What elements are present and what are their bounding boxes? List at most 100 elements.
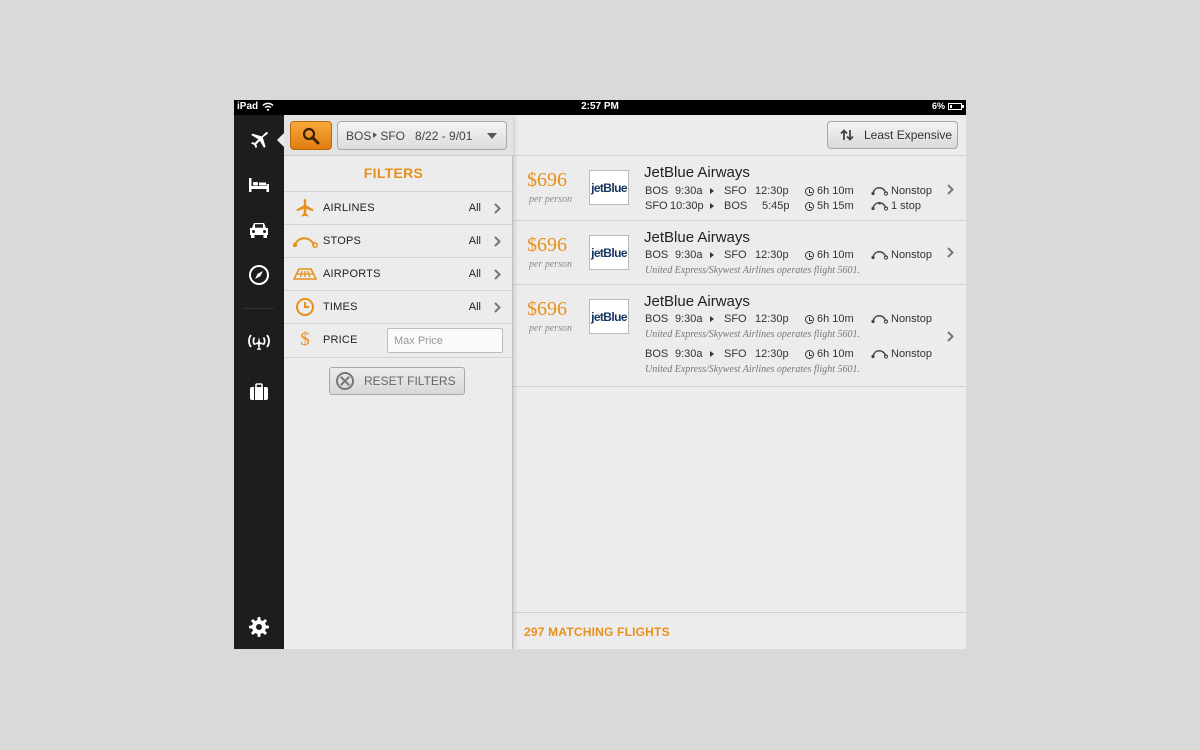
airline-name: JetBlue Airways xyxy=(644,293,750,310)
stops-arc-icon xyxy=(871,251,888,260)
search-bar: BOS SFO 8/22 - 9/01 xyxy=(284,115,513,156)
max-price-input[interactable] xyxy=(387,328,503,353)
leg-arrival: 12:30p xyxy=(755,348,789,360)
flight-row[interactable]: $696 per person jetBlue JetBlue Airways … xyxy=(513,156,966,221)
flight-row[interactable]: $696 per person jetBlue JetBlue Airways … xyxy=(513,221,966,285)
leg-arrival: 12:30p xyxy=(755,185,789,197)
results-footer: 297 MATCHING FLIGHTS xyxy=(513,612,966,649)
clock-icon xyxy=(292,296,318,318)
leg-stops: Nonstop xyxy=(891,185,932,197)
dollar-icon: $ xyxy=(300,329,310,350)
leg-origin: BOS xyxy=(645,348,669,360)
cars-nav-button[interactable] xyxy=(242,215,276,245)
search-button[interactable] xyxy=(290,121,332,150)
filter-value: All xyxy=(468,268,481,280)
rail-divider xyxy=(244,308,274,309)
chevron-right-icon xyxy=(494,302,501,313)
flight-row[interactable]: $696 per person jetBlue JetBlue Airways … xyxy=(513,285,966,387)
search-icon xyxy=(302,127,320,144)
leg-origin: BOS xyxy=(645,185,669,197)
leg-duration: 6h 10m xyxy=(817,313,854,325)
leg-duration: 6h 10m xyxy=(817,185,854,197)
chevron-right-icon xyxy=(494,203,501,214)
hotel-bed-icon xyxy=(249,178,269,192)
leg-origin: SFO xyxy=(645,200,668,212)
leg-destination: SFO xyxy=(724,348,747,360)
status-bar: iPad 2:57 PM 6% xyxy=(234,100,966,115)
results-panel: Least Expensive $696 per person jetBlue … xyxy=(513,115,966,649)
flight-price: $696 xyxy=(527,298,567,320)
duration-clock-icon xyxy=(805,350,814,359)
stops-arc-icon xyxy=(871,350,888,359)
active-indicator xyxy=(277,133,284,147)
per-person-label: per person xyxy=(529,259,573,270)
chevron-right-icon xyxy=(947,247,954,258)
route-origin: BOS xyxy=(346,128,372,143)
leg-destination: SFO xyxy=(724,249,747,261)
operated-by-note: United Express/Skywest Airlines operates… xyxy=(645,364,860,375)
filter-row-times[interactable]: TIMES All xyxy=(284,290,513,323)
filter-row-airports[interactable]: AIRPORTS All xyxy=(284,257,513,290)
duration-clock-icon xyxy=(805,315,814,324)
leg-destination: SFO xyxy=(724,313,747,325)
leg-destination: BOS xyxy=(724,200,748,212)
clock-time: 2:57 PM xyxy=(581,101,619,112)
trips-nav-button[interactable] xyxy=(242,377,276,407)
airline-name: JetBlue Airways xyxy=(644,164,750,181)
filter-value: All xyxy=(468,202,481,214)
leg-departure: 9:30a xyxy=(675,313,703,325)
filter-label: PRICE xyxy=(323,334,358,346)
filters-title: FILTERS xyxy=(363,165,424,181)
leg-origin: BOS xyxy=(645,313,669,325)
route-dates: 8/22 - 9/01 xyxy=(415,128,473,143)
duration-clock-icon xyxy=(805,187,814,196)
flight-price: $696 xyxy=(527,169,567,191)
filter-value: All xyxy=(468,301,481,313)
hotels-nav-button[interactable] xyxy=(242,170,276,200)
operated-by-note: United Express/Skywest Airlines operates… xyxy=(645,329,860,340)
matching-flights-count: 297 MATCHING FLIGHTS xyxy=(524,625,670,639)
duration-clock-icon xyxy=(805,202,814,211)
stops-arc-icon xyxy=(871,201,888,211)
duration-clock-icon xyxy=(805,251,814,260)
battery-icon xyxy=(948,102,964,110)
sort-label: Least Expensive xyxy=(864,128,953,142)
gear-icon xyxy=(249,617,269,637)
operated-by-note: United Express/Skywest Airlines operates… xyxy=(645,265,860,276)
settings-nav-button[interactable] xyxy=(242,612,276,642)
filter-label: TIMES xyxy=(323,301,358,313)
filter-row-stops[interactable]: STOPS All xyxy=(284,224,513,257)
sort-button[interactable]: Least Expensive xyxy=(827,121,958,149)
airport-tower-icon xyxy=(248,334,270,350)
filter-label: AIRLINES xyxy=(323,202,375,214)
leg-origin: BOS xyxy=(645,249,669,261)
explore-nav-button[interactable] xyxy=(242,260,276,290)
filter-label: AIRPORTS xyxy=(323,268,381,280)
sort-arrows-icon xyxy=(840,129,854,141)
leg-destination: SFO xyxy=(724,185,747,197)
route-destination: SFO xyxy=(380,128,406,143)
route-arrow-icon xyxy=(710,203,714,209)
airline-name: JetBlue Airways xyxy=(644,229,750,246)
leg-arrival: 12:30p xyxy=(755,249,789,261)
leg-stops: 1 stop xyxy=(891,200,921,212)
reset-filters-label: RESET FILTERS xyxy=(364,374,456,388)
route-arrow-icon xyxy=(710,188,714,194)
stops-arc-icon xyxy=(292,230,318,252)
flights-nav-button[interactable] xyxy=(242,126,276,156)
route-arrow-icon xyxy=(710,252,714,258)
per-person-label: per person xyxy=(529,194,573,205)
route-select[interactable]: BOS SFO 8/22 - 9/01 xyxy=(337,121,507,150)
leg-stops: Nonstop xyxy=(891,348,932,360)
leg-departure: 10:30p xyxy=(670,200,704,212)
chevron-right-icon xyxy=(947,184,954,195)
reset-filters-button[interactable]: RESET FILTERS xyxy=(329,367,465,395)
chevron-right-icon xyxy=(947,331,954,342)
filter-row-airlines[interactable]: AIRLINES All xyxy=(284,191,513,224)
flight-price: $696 xyxy=(527,234,567,256)
chevron-down-icon xyxy=(487,133,497,139)
flight-status-nav-button[interactable] xyxy=(242,327,276,357)
route-arrow-icon xyxy=(710,316,714,322)
stops-arc-icon xyxy=(871,315,888,324)
icon-rail xyxy=(234,115,284,649)
